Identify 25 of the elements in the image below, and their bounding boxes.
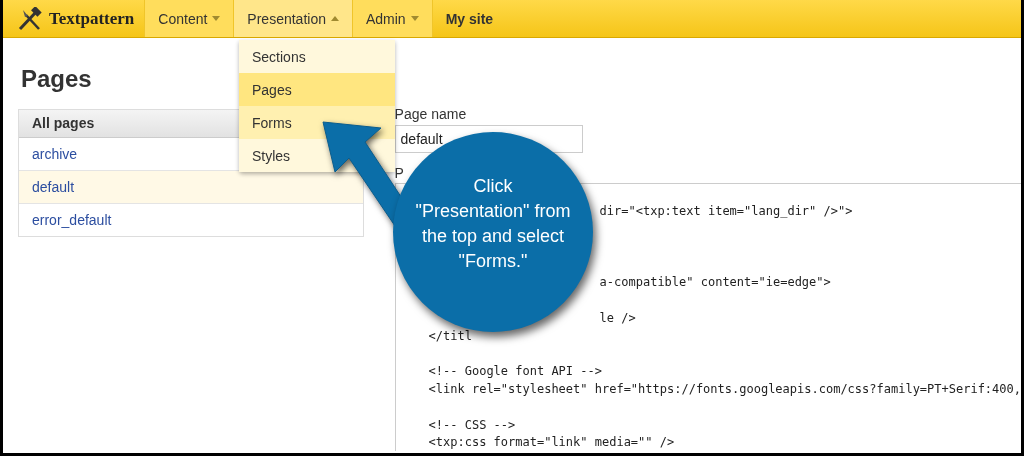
caret-icon bbox=[410, 16, 419, 21]
hammer-and-chisel-icon bbox=[17, 6, 43, 31]
code-line: <!-- CSS --> bbox=[427, 417, 516, 432]
nav-tab[interactable]: Content bbox=[144, 0, 234, 37]
code-line: a-compatible" content="ie=edge"> bbox=[599, 275, 831, 290]
menu-item[interactable]: Pages bbox=[239, 73, 395, 106]
code-line: dir="<txp:text item="lang_dir" />"> bbox=[599, 204, 853, 218]
code-line: <link rel="stylesheet" href="https://fonts.googleapis.com/css?family=PT+Serif:400, bbox=[427, 381, 1021, 396]
code-line: le /> bbox=[599, 310, 636, 325]
code-line: </titl bbox=[427, 328, 472, 343]
page-link[interactable]: default bbox=[19, 171, 363, 204]
nav-tab[interactable]: Admin bbox=[351, 0, 432, 37]
callout-text: Click "Presentation" from the top and select "Forms." bbox=[415, 175, 571, 273]
caret-icon bbox=[330, 16, 339, 21]
brand-name[interactable]: Textpattern bbox=[49, 8, 135, 29]
menu-item[interactable]: Sections bbox=[239, 40, 395, 73]
code-line: <!-- Google font API --> bbox=[427, 364, 602, 379]
nav-tab[interactable]: Presentation bbox=[233, 0, 352, 37]
field-label: Page name bbox=[394, 106, 468, 122]
caret-icon bbox=[212, 16, 221, 21]
page-title: Pages bbox=[21, 65, 92, 93]
nav-tab[interactable]: My site bbox=[431, 0, 507, 37]
field-label: P bbox=[394, 165, 405, 183]
code-line: <txp:css format="link" media="" /> bbox=[427, 435, 675, 450]
page-link[interactable]: error_default bbox=[19, 204, 363, 236]
